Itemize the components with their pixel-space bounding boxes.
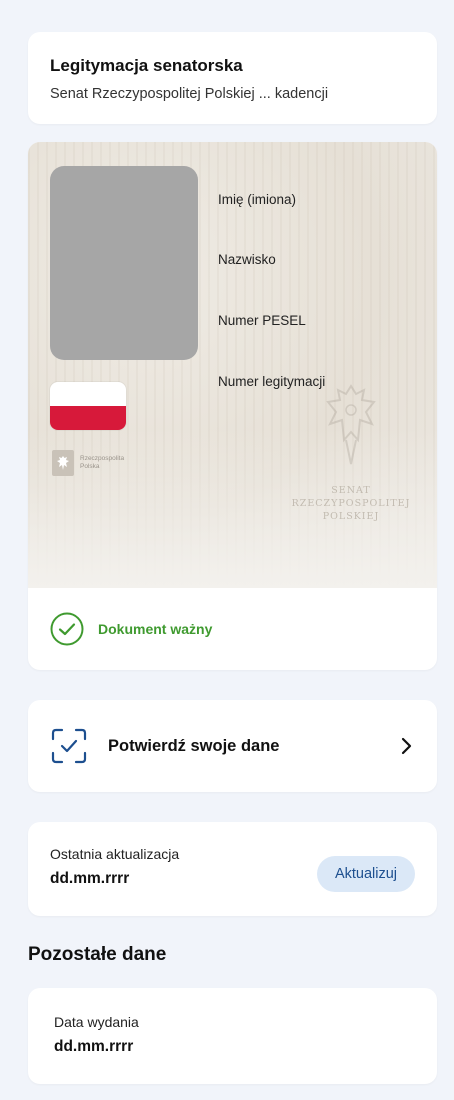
field-first-name-label: Imię (imiona) [218, 192, 297, 207]
issue-date-card: Data wydania dd.mm.rrrr [28, 988, 437, 1084]
confirm-data-button[interactable]: Potwierdź swoje dane [28, 700, 437, 792]
eagle-icon [52, 450, 74, 476]
id-card[interactable]: Rzeczpospolita Polska Imię (imiona) Nazw… [28, 142, 437, 670]
status-text: Dokument ważny [98, 621, 213, 637]
document-header-card: Legitymacja senatorska Senat Rzeczypospo… [28, 32, 437, 124]
senate-watermark-text: SENAT RZECZYPOSPOLITEJ POLSKIEJ [291, 485, 411, 522]
issue-date-value: dd.mm.rrrr [54, 1038, 134, 1055]
field-pesel-label: Numer PESEL [218, 313, 306, 328]
field-surname-label: Nazwisko [218, 252, 276, 267]
senate-eagle-icon [326, 384, 376, 465]
scan-check-icon [51, 728, 87, 764]
check-circle-icon [50, 612, 84, 646]
other-data-section-title: Pozostałe dane [28, 944, 167, 965]
polish-flag-icon [50, 382, 126, 430]
photo-placeholder [50, 166, 198, 360]
chevron-right-icon [401, 737, 412, 755]
document-title: Legitymacja senatorska [50, 56, 243, 75]
screen: Legitymacja senatorska Senat Rzeczypospo… [0, 0, 454, 1100]
confirm-data-label: Potwierdź swoje dane [108, 736, 280, 755]
republic-emblem: Rzeczpospolita Polska [52, 450, 124, 476]
republic-emblem-text: Rzeczpospolita Polska [80, 454, 125, 470]
id-card-visual: Rzeczpospolita Polska Imię (imiona) Nazw… [28, 142, 437, 588]
update-button[interactable]: Aktualizuj [316, 856, 415, 892]
issue-date-label: Data wydania [54, 1014, 139, 1030]
document-subtitle: Senat Rzeczypospolitej Polskiej ... kade… [50, 86, 329, 102]
document-status: Dokument ważny [50, 612, 212, 646]
senate-watermark: SENAT RZECZYPOSPOLITEJ POLSKIEJ [291, 380, 411, 523]
last-update-card: Ostatnia aktualizacja dd.mm.rrrr Aktuali… [28, 822, 437, 916]
